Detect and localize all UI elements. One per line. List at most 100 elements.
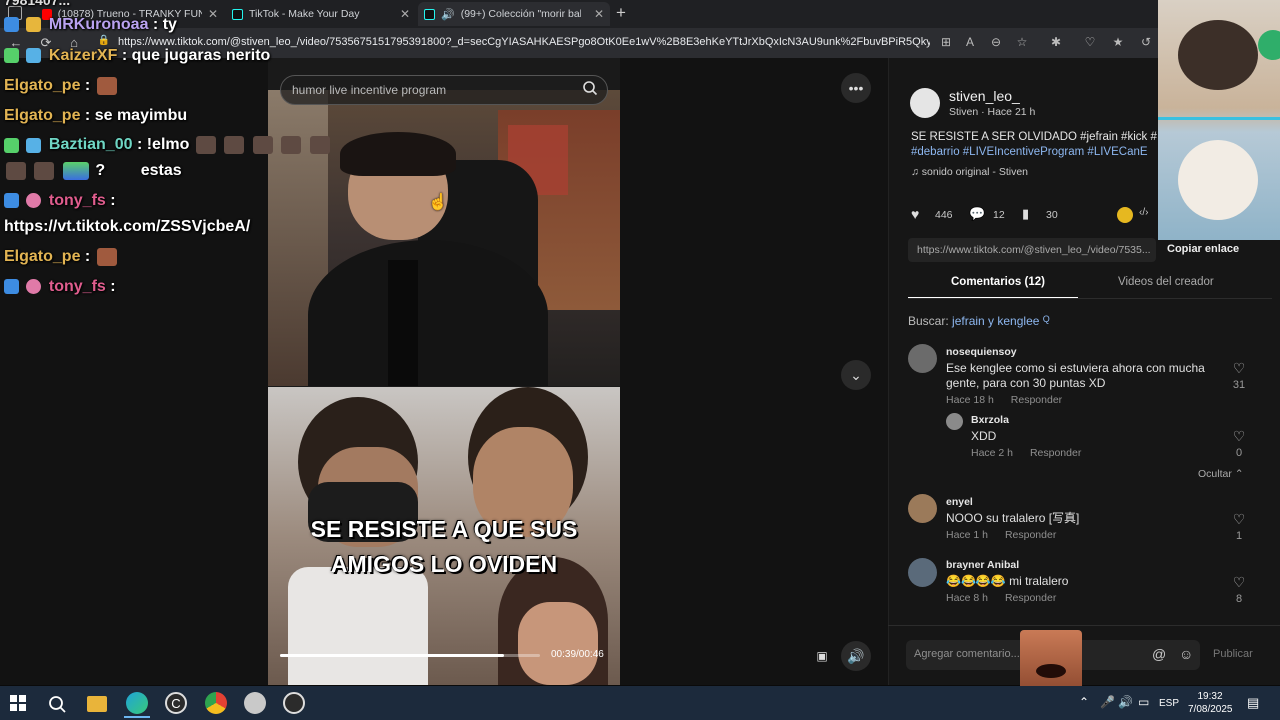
- history-icon[interactable]: ↺: [1138, 35, 1154, 49]
- chat-username[interactable]: tony_fs: [49, 278, 106, 295]
- favorites-icon[interactable]: ★: [1110, 35, 1126, 49]
- network-icon[interactable]: ▭: [1138, 695, 1149, 709]
- volume-icon[interactable]: 🔊: [1118, 695, 1133, 709]
- comment-author[interactable]: Bxrzola: [971, 414, 1009, 426]
- browser-essentials-icon[interactable]: ♡: [1082, 35, 1098, 49]
- taskbar-clock[interactable]: 19:32 7/08/2025: [1188, 690, 1233, 716]
- chat-text: :: [110, 278, 116, 295]
- close-icon[interactable]: ✕: [594, 7, 604, 21]
- reply-button[interactable]: Responder: [1030, 447, 1081, 459]
- active-app-indicator: [124, 716, 150, 718]
- webcam-overlay: [1158, 0, 1280, 240]
- sound-info[interactable]: ♫ sonido original - Stiven: [911, 166, 1028, 178]
- chat-link[interactable]: https://vt.tiktok.com/ZSSVjcbeA/: [4, 218, 250, 236]
- extensions-icon[interactable]: ✱: [1048, 35, 1064, 49]
- comment-author[interactable]: brayner Anibal: [946, 559, 1019, 571]
- share-coin-icon[interactable]: [1117, 207, 1133, 223]
- like-button[interactable]: ♥: [911, 206, 919, 222]
- comment-meta: Hace 8 h Responder: [946, 592, 1057, 604]
- chevron-up-icon[interactable]: ⌃: [1079, 695, 1089, 709]
- zoom-icon[interactable]: ⊖: [988, 35, 1004, 49]
- favorite-star-icon[interactable]: ☆: [1014, 35, 1030, 49]
- mention-icon[interactable]: @: [1152, 646, 1166, 662]
- heart-icon[interactable]: ♡: [1229, 574, 1249, 591]
- search-placeholder: humor live incentive program: [292, 83, 447, 97]
- chat-message: Baztian_00 : !elmo: [4, 136, 332, 154]
- comment-like-count: 31: [1232, 379, 1246, 391]
- close-icon[interactable]: ✕: [208, 7, 218, 21]
- search-icon[interactable]: [582, 80, 598, 96]
- hide-replies-button[interactable]: Ocultar ⌃: [1198, 468, 1244, 480]
- creator-handle[interactable]: stiven_leo_: [949, 88, 1020, 104]
- new-tab-button[interactable]: +: [616, 3, 626, 23]
- file-explorer-icon[interactable]: [87, 696, 107, 712]
- chat-username[interactable]: tony_fs: [49, 192, 106, 209]
- start-icon[interactable]: [10, 695, 26, 711]
- mini-player-button[interactable]: ▣: [807, 641, 837, 671]
- edge-icon[interactable]: [126, 692, 148, 714]
- reply-button[interactable]: Responder: [1011, 394, 1062, 406]
- cat-emote-icon: [195, 136, 216, 154]
- search-icon[interactable]: [48, 695, 66, 713]
- heart-icon[interactable]: ♡: [1229, 511, 1249, 528]
- music-note-icon: ♫: [911, 166, 919, 178]
- steam-icon[interactable]: [244, 692, 266, 714]
- grid-badge-icon: [26, 48, 42, 64]
- publish-button[interactable]: Publicar: [1213, 648, 1253, 660]
- bookmark-icon[interactable]: ▮: [1022, 206, 1029, 222]
- chat-username[interactable]: Elgato_pe: [4, 77, 80, 94]
- tab-divider: [908, 298, 1272, 299]
- language-indicator[interactable]: ESP: [1159, 698, 1179, 709]
- embed-icon[interactable]: ‹/›: [1139, 207, 1148, 218]
- volume-button[interactable]: 🔊: [841, 641, 871, 671]
- comment-bar-divider: [888, 625, 1280, 626]
- comment-avatar[interactable]: [908, 558, 937, 587]
- next-video-button[interactable]: ⌄: [841, 360, 871, 390]
- cat-emote-icon: [6, 162, 26, 180]
- creator-avatar[interactable]: [910, 88, 940, 118]
- obs-icon[interactable]: [283, 692, 305, 714]
- chat-text: : que jugaras nerito: [121, 47, 271, 64]
- more-options-button[interactable]: •••: [841, 73, 871, 103]
- tab-creator-videos[interactable]: Videos del creador: [1118, 276, 1214, 288]
- microphone-icon[interactable]: 🎤: [1100, 695, 1115, 709]
- close-icon[interactable]: ✕: [400, 7, 410, 21]
- cat-emote-icon: [96, 248, 117, 266]
- video-description: SE RESISTE A SER OLVIDADO #jefrain #kick…: [911, 131, 1157, 158]
- chat-username[interactable]: Baztian_00: [49, 136, 133, 153]
- comment-like-count: 1: [1235, 530, 1243, 542]
- notification-icon[interactable]: ▤: [1247, 695, 1259, 711]
- speaker-icon[interactable]: 🔊: [441, 8, 455, 21]
- copy-link-button[interactable]: Copiar enlace: [1167, 243, 1239, 255]
- tab-title: TikTok - Make Your Day: [249, 8, 360, 20]
- add-comment-placeholder: Agregar comentario...: [914, 648, 1020, 660]
- reply-button[interactable]: Responder: [1005, 529, 1056, 541]
- chat-username[interactable]: MRKuronoaa: [49, 16, 149, 33]
- app-icon[interactable]: ⊞: [938, 35, 954, 49]
- tab-comments[interactable]: Comentarios (12): [951, 276, 1045, 288]
- chat-fragment: 7981407...: [4, 0, 71, 8]
- tab-tiktok[interactable]: TikTok - Make Your Day ✕: [226, 2, 416, 26]
- tab-tiktok-collection[interactable]: 🔊 (99+) Colección "morir bale... ✕: [418, 2, 610, 26]
- chat-username[interactable]: Elgato_pe: [4, 248, 80, 265]
- comment-like-count: 0: [1235, 447, 1243, 459]
- chat-username[interactable]: KaizerXF: [49, 47, 117, 64]
- emoji-icon[interactable]: ☺: [1179, 646, 1193, 662]
- heart-icon[interactable]: ♡: [1229, 428, 1249, 445]
- comment-author[interactable]: nosequiensoy: [946, 346, 1017, 358]
- comment-avatar[interactable]: [908, 344, 937, 373]
- heart-icon[interactable]: ♡: [1229, 360, 1249, 377]
- comment-author[interactable]: enyel: [946, 496, 973, 508]
- chat-message: Elgato_pe :: [4, 248, 119, 266]
- comment-text: NOOO su tralalero [写真]: [946, 511, 1080, 525]
- ccleaner-icon[interactable]: C: [165, 692, 187, 714]
- reply-button[interactable]: Responder: [1005, 592, 1056, 604]
- chat-text: :: [110, 192, 116, 209]
- chrome-icon[interactable]: [205, 692, 227, 714]
- chat-username[interactable]: Elgato_pe: [4, 107, 80, 124]
- comment-icon[interactable]: 💬: [969, 206, 985, 222]
- comment-avatar[interactable]: [908, 494, 937, 523]
- comment-avatar[interactable]: [946, 413, 963, 430]
- search-suggestion[interactable]: Buscar: jefrain y kenglee Q: [908, 314, 1050, 328]
- translate-icon[interactable]: A: [962, 35, 978, 49]
